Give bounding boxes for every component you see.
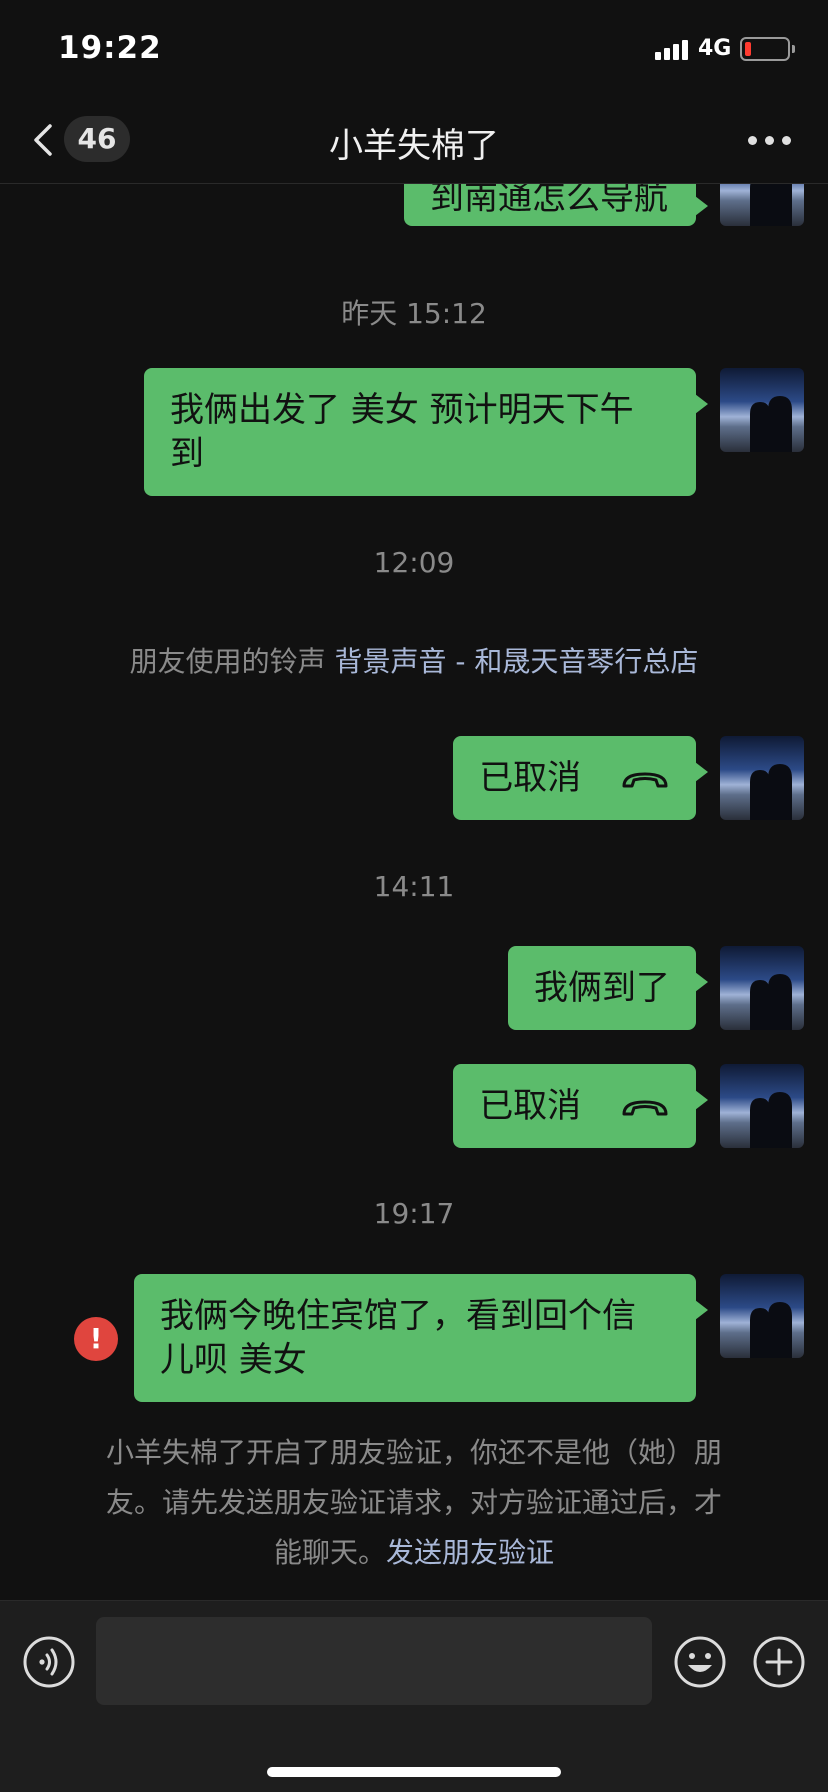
message-input[interactable]	[96, 1617, 652, 1705]
more-icon[interactable]	[748, 136, 792, 146]
home-indicator	[267, 1767, 561, 1777]
message-text: 到	[170, 434, 204, 474]
nav-bar: 46 小羊失棉了	[0, 96, 828, 184]
timestamp: 19:17	[373, 1197, 455, 1230]
timestamp: 14:11	[373, 870, 455, 903]
avatar[interactable]	[720, 1064, 804, 1148]
message-bubble[interactable]: 我俩今晚住宾馆了，看到回个信 儿呗 美女	[134, 1274, 708, 1402]
phone-hangup-icon	[622, 1100, 668, 1115]
message-text: 我俩今晚住宾馆了，看到回个信	[160, 1296, 636, 1336]
status-bar: 19:22 4G	[0, 0, 828, 96]
phone-hangup-icon	[622, 772, 668, 787]
chat-title: 小羊失棉了	[329, 126, 499, 166]
verify-line: 能聊天。发送朋友验证	[273, 1536, 555, 1569]
emoji-icon[interactable]	[673, 1635, 727, 1689]
call-cancelled-bubble[interactable]: 已取消	[453, 1064, 708, 1148]
status-time: 19:22	[58, 30, 162, 66]
avatar[interactable]	[720, 368, 804, 452]
message-text: 到南通怎么导航	[430, 184, 668, 218]
send-verification-link[interactable]: 发送朋友验证	[386, 1536, 554, 1569]
error-icon[interactable]: !	[74, 1317, 118, 1361]
timestamp: 12:09	[373, 546, 455, 579]
signal-icon	[655, 38, 689, 60]
message-bubble[interactable]: 我俩出发了 美女 预计明天下午 到	[144, 368, 708, 496]
verify-line: 小羊失棉了开启了朋友验证，你还不是他（她）朋	[105, 1436, 722, 1469]
plus-icon[interactable]	[752, 1635, 806, 1689]
ringtone-prefix: 朋友使用的铃声	[129, 645, 335, 678]
message-text: 儿呗 美女	[160, 1340, 307, 1380]
timestamp: 昨天 15:12	[341, 297, 487, 330]
verify-line: 友。请先发送朋友验证请求，对方验证通过后，才	[105, 1486, 722, 1519]
voice-icon[interactable]	[22, 1635, 76, 1689]
chat-area[interactable]: 到南通怎么导航 昨天 15:12 我俩出发了 美女 预计明天下午 到 12:09…	[0, 184, 828, 1600]
ringtone-note: 朋友使用的铃声 背景声音 - 和晟天音琴行总店	[0, 640, 828, 680]
network-type: 4G	[698, 36, 732, 61]
message-text: 已取消	[479, 758, 582, 798]
avatar[interactable]	[720, 946, 804, 1030]
avatar[interactable]	[720, 1274, 804, 1358]
message-text: 我俩出发了 美女 预计明天下午	[170, 390, 634, 430]
avatar[interactable]	[720, 184, 804, 226]
avatar[interactable]	[720, 736, 804, 820]
friend-verification-notice: 小羊失棉了开启了朋友验证，你还不是他（她）朋 友。请先发送朋友验证请求，对方验证…	[70, 1428, 758, 1578]
message-bubble[interactable]: 我俩到了	[508, 946, 708, 1030]
message-bubble[interactable]: 到南通怎么导航	[404, 184, 708, 226]
ringtone-link[interactable]: 背景声音 - 和晟天音琴行总店	[335, 645, 699, 678]
battery-icon	[740, 37, 795, 61]
call-cancelled-bubble[interactable]: 已取消	[453, 736, 708, 820]
input-bar	[0, 1600, 828, 1792]
message-text: 已取消	[479, 1086, 582, 1126]
message-text: 我俩到了	[534, 968, 670, 1008]
